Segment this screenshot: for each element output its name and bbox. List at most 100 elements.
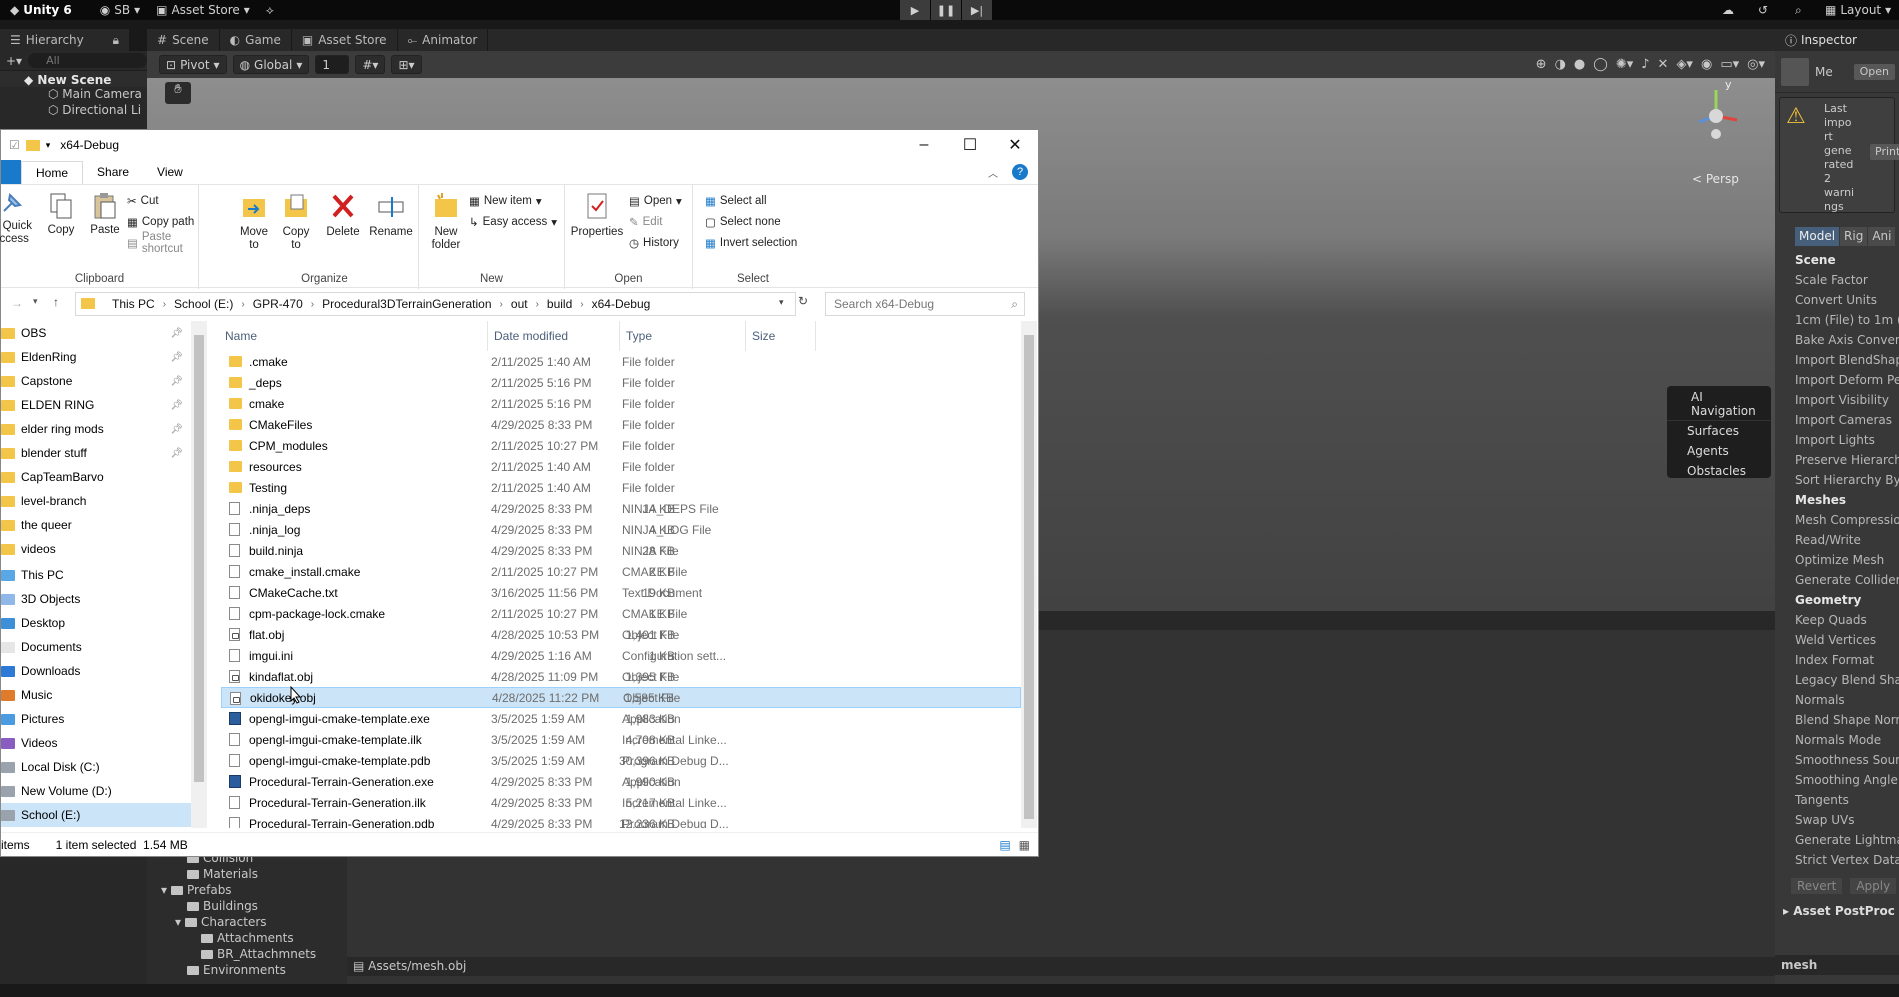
- settings-row[interactable]: Import Cameras: [1775, 410, 1899, 430]
- settings-row[interactable]: Import Deform Pe: [1775, 370, 1899, 390]
- settings-row[interactable]: Import BlendShap: [1775, 350, 1899, 370]
- expand-arrow-icon[interactable]: ▾: [161, 882, 167, 898]
- help-icon[interactable]: ?: [1012, 164, 1028, 180]
- unlit-icon[interactable]: ◯: [1593, 57, 1608, 72]
- expand-arrow-icon[interactable]: ▾: [175, 914, 181, 930]
- fx-icon[interactable]: ✺▾: [1616, 57, 1633, 72]
- open-button[interactable]: Open: [1853, 63, 1895, 80]
- file-scrollbar[interactable]: [1021, 321, 1037, 828]
- file-row[interactable]: cpm-package-lock.cmake 2/11/2025 10:27 PM…: [221, 603, 1021, 624]
- copy-button[interactable]: Copy: [45, 191, 77, 237]
- tab-game[interactable]: ◐ Game: [219, 29, 292, 51]
- file-row[interactable]: cmake_install.cmake 2/11/2025 10:27 PM CMA…: [221, 561, 1021, 582]
- file-row[interactable]: resources 2/11/2025 1:40 AM File folder: [221, 456, 1021, 477]
- settings-row[interactable]: Normals: [1775, 690, 1899, 710]
- settings-row[interactable]: Scale Factor: [1775, 270, 1899, 290]
- tab-share[interactable]: Share: [83, 161, 143, 183]
- file-row[interactable]: _deps 2/11/2025 5:16 PM File folder: [221, 372, 1021, 393]
- ai-nav-agents[interactable]: Agents: [1667, 441, 1771, 461]
- select-none-button[interactable]: ▢ Select none: [705, 212, 781, 232]
- tab-asset-store[interactable]: ▣ Asset Store: [291, 29, 398, 51]
- unity-logo[interactable]: ◆ Unity 6: [10, 3, 72, 17]
- pin-quick-access-button[interactable]: o Quick access: [0, 191, 32, 246]
- pause-button[interactable]: ❚❚: [931, 0, 961, 20]
- settings-row[interactable]: Legacy Blend Sha: [1775, 670, 1899, 690]
- settings-row[interactable]: Blend Shape Norr: [1775, 710, 1899, 730]
- quick-access-toolbar-icon[interactable]: ☑: [9, 138, 20, 152]
- nav-item[interactable]: Desktop: [1, 611, 191, 635]
- up-arrow-icon[interactable]: ↑: [53, 295, 59, 309]
- file-row[interactable]: okidokey.obj 4/28/2025 11:22 PM Object Fil…: [221, 687, 1021, 708]
- grid-snap-button[interactable]: #▾: [355, 55, 386, 74]
- cloud-icon[interactable]: ☁: [1722, 3, 1734, 17]
- column-date[interactable]: Date modified: [487, 321, 568, 351]
- recent-locations-icon[interactable]: ▾: [33, 296, 38, 307]
- nav-item[interactable]: EldenRing 📌︎: [1, 345, 191, 369]
- nav-item[interactable]: This PC: [1, 563, 191, 587]
- invert-selection-button[interactable]: ▦ Invert selection: [705, 233, 797, 253]
- asset-store-menu[interactable]: ▣ Asset Store ▾: [156, 3, 250, 17]
- nav-item[interactable]: Documents: [1, 635, 191, 659]
- nav-item[interactable]: New Volume (D:): [1, 779, 191, 803]
- column-type[interactable]: Type: [619, 321, 652, 351]
- file-row[interactable]: build.ninja 4/29/2025 8:33 PM NINJA File 28…: [221, 540, 1021, 561]
- tab-view[interactable]: View: [143, 161, 197, 183]
- file-row[interactable]: Procedural-Terrain-Generation.exe 4/29/20…: [221, 771, 1021, 792]
- large-icons-view-icon[interactable]: ▦: [1019, 838, 1030, 852]
- pin-icon[interactable]: 📌︎: [170, 448, 183, 459]
- chevron-down-icon[interactable]: ▾: [46, 140, 51, 151]
- settings-row[interactable]: Convert Units: [1775, 290, 1899, 310]
- nav-item[interactable]: videos: [1, 537, 191, 561]
- breadcrumb-item[interactable]: build: [547, 297, 572, 311]
- add-icon[interactable]: +▾: [6, 54, 22, 68]
- project-folder[interactable]: Attachments: [147, 930, 347, 946]
- file-row[interactable]: Procedural-Terrain-Generation.pdb 4/29/20…: [221, 813, 1021, 828]
- apply-button[interactable]: Apply: [1850, 878, 1897, 894]
- open-button[interactable]: ▤ Open ▾: [629, 191, 682, 211]
- preview-bar[interactable]: mesh: [1775, 955, 1899, 975]
- explorer-titlebar[interactable]: ☑ ▾ x64-Debug – ☐ ✕: [1, 130, 1038, 160]
- pivot-toggle[interactable]: ⊡ Pivot ▾: [159, 55, 227, 74]
- orientation-icon[interactable]: ⊕: [1536, 57, 1547, 72]
- back-arrow-icon[interactable]: →: [11, 296, 23, 310]
- pin-icon[interactable]: 📌︎: [170, 328, 183, 339]
- settings-row[interactable]: Import Lights: [1775, 430, 1899, 450]
- grid-size-field[interactable]: 1: [315, 55, 350, 74]
- hand-tool-icon[interactable]: ✋︎: [165, 82, 191, 104]
- settings-row[interactable]: Sort Hierarchy By: [1775, 470, 1899, 490]
- file-row[interactable]: imgui.ini 4/29/2025 1:16 AM Configuration …: [221, 645, 1021, 666]
- column-size[interactable]: Size: [745, 321, 815, 351]
- project-folder[interactable]: BR_Attachmnets: [147, 946, 347, 962]
- copy-path-button[interactable]: ▦ Copy path: [127, 212, 194, 232]
- tab-animator[interactable]: ⟜ Animator: [397, 29, 489, 51]
- pin-icon[interactable]: 📌︎: [170, 376, 183, 387]
- rename-button[interactable]: Rename: [369, 191, 413, 239]
- breadcrumb-separator-icon[interactable]: ›: [311, 299, 314, 310]
- breadcrumb-item[interactable]: x64-Debug: [592, 297, 651, 311]
- delete-button[interactable]: Delete: [323, 191, 363, 239]
- file-row[interactable]: opengl-imgui-cmake-template.exe 3/5/2025 …: [221, 708, 1021, 729]
- file-row[interactable]: cmake 2/11/2025 5:16 PM File folder: [221, 393, 1021, 414]
- breadcrumb-separator-icon[interactable]: ›: [500, 299, 503, 310]
- search-input[interactable]: Search x64-Debug ⌕: [825, 292, 1025, 316]
- settings-row[interactable]: 1cm (File) to 1m (I: [1775, 310, 1899, 330]
- project-folder[interactable]: Materials: [147, 866, 347, 882]
- nav-item[interactable]: Music: [1, 683, 191, 707]
- file-row[interactable]: opengl-imgui-cmake-template.pdb 3/5/2025 …: [221, 750, 1021, 771]
- search-icon[interactable]: ⌕: [1795, 3, 1802, 18]
- minimize-button[interactable]: –: [901, 130, 947, 160]
- select-all-button[interactable]: ▦ Select all: [705, 191, 767, 211]
- tab-inspector[interactable]: ⓘ Inspector: [1775, 29, 1899, 51]
- nav-item[interactable]: elder ring mods 📌︎: [1, 417, 191, 441]
- nav-item[interactable]: CapTeamBarvo: [1, 465, 191, 489]
- projection-label[interactable]: < Persp: [1692, 172, 1739, 186]
- nav-item[interactable]: level-branch: [1, 489, 191, 513]
- nav-item[interactable]: Pictures: [1, 707, 191, 731]
- account-menu[interactable]: ◉ SB ▾: [100, 3, 140, 17]
- project-folder[interactable]: Environments: [147, 962, 347, 978]
- tab-hierarchy[interactable]: ☰ Hierarchy 🔒︎: [0, 29, 130, 51]
- nav-item[interactable]: ELDEN RING 📌︎: [1, 393, 191, 417]
- breadcrumb-separator-icon[interactable]: ›: [580, 299, 583, 310]
- settings-row[interactable]: Import Visibility: [1775, 390, 1899, 410]
- settings-row[interactable]: Generate Collider: [1775, 570, 1899, 590]
